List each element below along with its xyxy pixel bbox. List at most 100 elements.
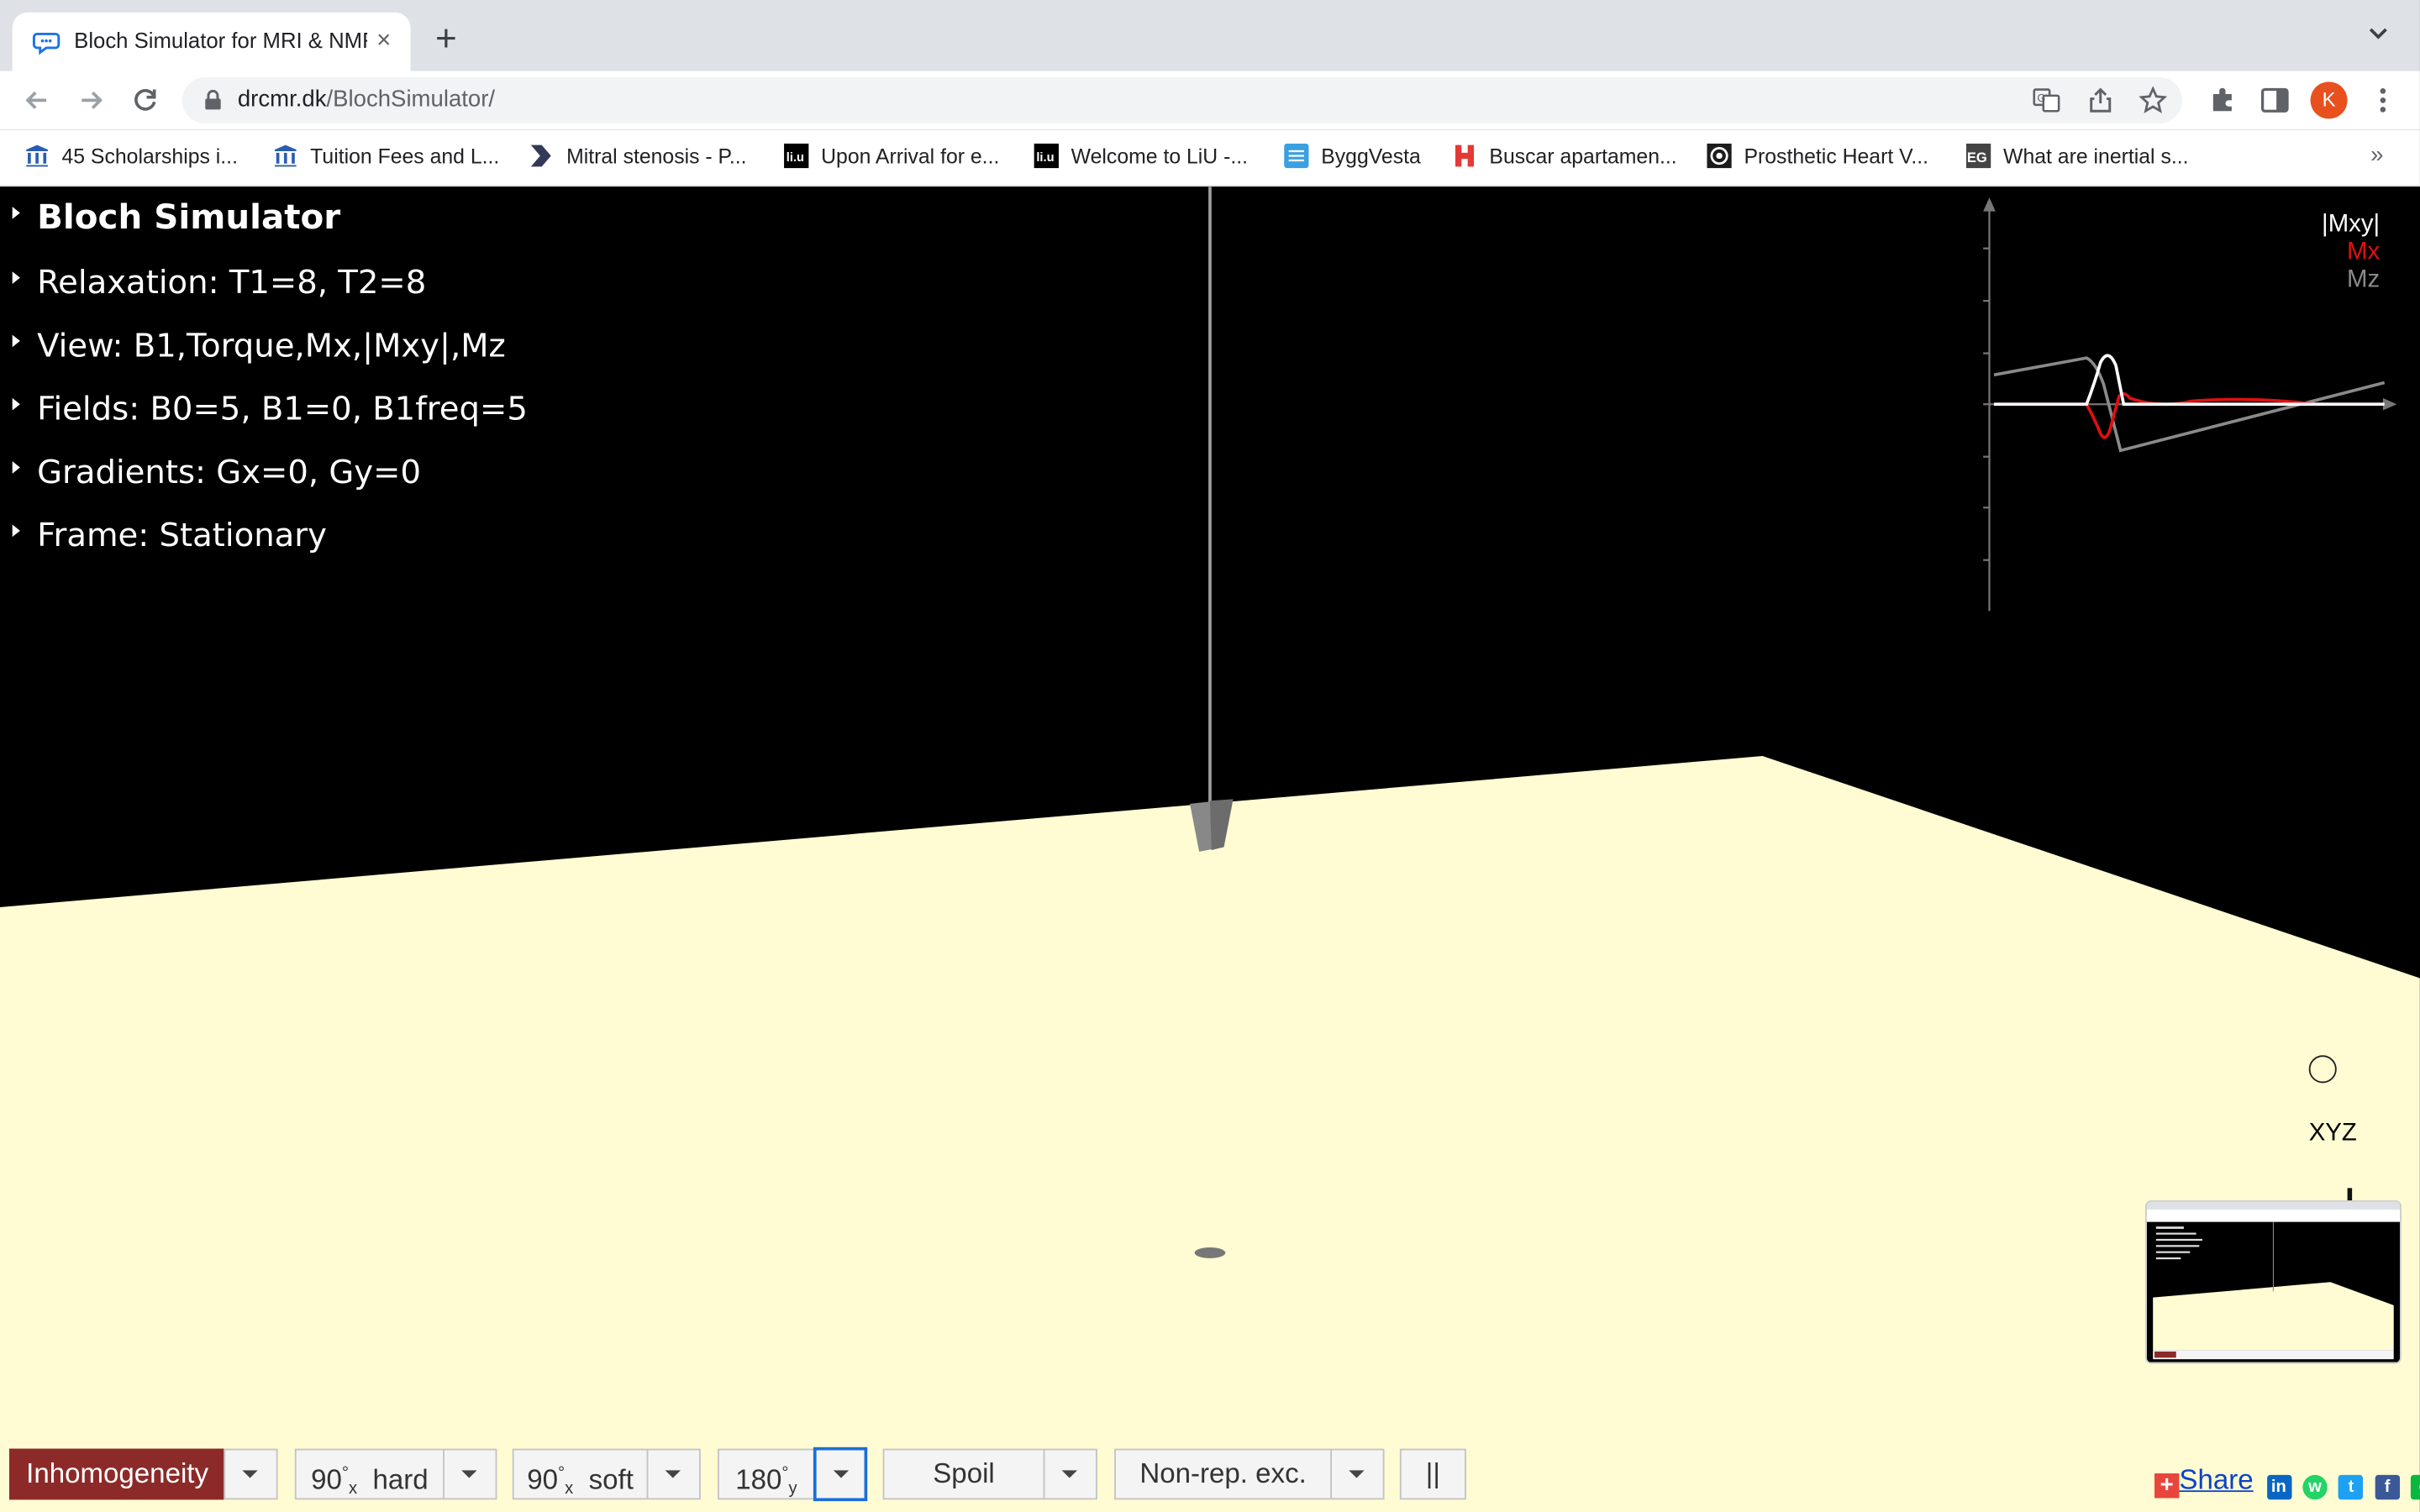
gui-folder-label: Gradients: Gx=0, Gy=0	[37, 453, 421, 491]
new-tab-button[interactable]: +	[435, 21, 457, 59]
share-page-icon[interactable]	[2086, 87, 2114, 114]
bookmark-label: Prosthetic Heart V...	[1744, 144, 1929, 169]
side-panel-icon[interactable]	[2260, 85, 2291, 116]
facebook-icon[interactable]: f	[2375, 1474, 2400, 1500]
twitter-icon[interactable]: t	[2338, 1474, 2364, 1500]
inversion-axis: y	[788, 1479, 797, 1499]
soft-label: soft	[588, 1464, 634, 1495]
soft-pulse-dropdown[interactable]	[646, 1448, 701, 1500]
svg-text:G: G	[2037, 92, 2045, 104]
bookmark-item[interactable]: EG What are inertial s...	[1965, 143, 2189, 171]
translate-icon[interactable]: G	[2033, 87, 2060, 114]
share-widget: +Share in w t f c	[2154, 1464, 2420, 1500]
simulator-canvas[interactable]: Bloch Simulator Relaxation: T1=8, T2=8 V…	[0, 186, 2420, 1512]
building-icon	[26, 144, 48, 167]
gizmo-label[interactable]: XYZ	[2309, 1120, 2357, 1147]
thumbnail-image	[2146, 1201, 2401, 1362]
linkedin-icon[interactable]: in	[2266, 1474, 2291, 1500]
gui-folder-relaxation[interactable]: Relaxation: T1=8, T2=8	[12, 264, 427, 302]
close-icon[interactable]: ×	[376, 26, 391, 57]
bookmark-label: Buscar apartamen...	[1489, 144, 1677, 169]
orientation-gizmo[interactable]	[2308, 1055, 2337, 1084]
plot-mx-trace	[1994, 391, 2385, 439]
building-icon	[274, 144, 297, 167]
bookmark-item[interactable]: li.u Upon Arrival for e...	[784, 143, 1000, 171]
floor-plane	[0, 755, 2420, 1512]
vector-shadow	[1194, 1247, 1226, 1258]
bookmark-item[interactable]: ByggVesta	[1284, 143, 1421, 171]
gui-title-label: Bloch Simulator	[37, 198, 341, 238]
svg-text:EG: EG	[1967, 150, 1987, 165]
extensions-puzzle-icon[interactable]	[2207, 85, 2238, 116]
more-vertical-icon[interactable]	[2370, 85, 2395, 116]
caret-right-icon	[12, 524, 20, 538]
star-icon[interactable]	[2139, 86, 2167, 114]
whatsapp-icon[interactable]: w	[2302, 1474, 2328, 1500]
reload-icon[interactable]	[129, 85, 160, 116]
chat-bubble-icon	[32, 32, 60, 55]
chevron-down-icon[interactable]	[2367, 26, 2389, 41]
eye-logo-icon	[1707, 143, 1732, 169]
gui-title[interactable]: Bloch Simulator	[12, 198, 341, 238]
gui-folder-fields[interactable]: Fields: B0=5, B1=0, B1freq=5	[12, 390, 528, 428]
bookmark-item[interactable]: Tuition Fees and L...	[273, 144, 499, 171]
bookmark-label: Tuition Fees and L...	[310, 144, 500, 169]
caret-right-icon	[12, 271, 20, 284]
chevron-logo-icon	[530, 144, 551, 167]
plot-x-arrow	[2382, 397, 2397, 411]
non-rep-exc-button[interactable]: Non-rep. exc.	[1114, 1448, 1333, 1500]
inversion-angle: 180	[735, 1464, 782, 1495]
gui-folder-label: Frame: Stationary	[37, 517, 327, 554]
inversion-pulse-button[interactable]: 180°y	[718, 1448, 815, 1500]
hard-axis: x	[348, 1479, 358, 1499]
wechat-icon[interactable]: c	[2411, 1474, 2420, 1500]
gui-folder-view[interactable]: View: B1,Torque,Mx,|Mxy|,Mz	[12, 327, 506, 365]
liu-logo-icon: li.u	[784, 143, 809, 169]
url-text[interactable]: drcmr.dk/BlochSimulator/	[238, 87, 495, 113]
legend-mxy: |Mxy|	[2322, 211, 2381, 238]
url-path: /BlochSimulator/	[326, 86, 496, 113]
share-link[interactable]: Share	[2179, 1464, 2253, 1495]
screenshot-thumbnail[interactable]	[2145, 1200, 2402, 1364]
bookmark-label: Upon Arrival for e...	[821, 144, 1000, 169]
back-arrow-icon[interactable]	[22, 85, 53, 116]
tab-title: Bloch Simulator for MRI & NMR	[74, 28, 368, 53]
spoil-button[interactable]: Spoil	[882, 1448, 1045, 1500]
browser-tab[interactable]: Bloch Simulator for MRI & NMR ×	[12, 12, 411, 71]
lock-icon[interactable]	[203, 89, 222, 112]
globe-icon	[1284, 143, 1309, 169]
inhomogeneity-dropdown[interactable]	[224, 1448, 278, 1500]
caret-right-icon	[12, 334, 20, 348]
legend-mz: Mz	[2347, 266, 2381, 293]
forward-arrow-icon[interactable]	[76, 85, 107, 116]
bookmark-item[interactable]: Buscar apartamen...	[1452, 144, 1677, 171]
inhomogeneity-button[interactable]: Inhomogeneity	[9, 1448, 226, 1500]
more-bookmarks-button[interactable]: »	[2370, 142, 2383, 168]
plus-icon[interactable]: +	[2154, 1473, 2180, 1499]
plot-y-arrow	[1983, 197, 1996, 212]
non-rep-exc-dropdown[interactable]	[1330, 1448, 1385, 1500]
bookmark-label: Welcome to LiU -...	[1071, 144, 1249, 169]
hard-pulse-dropdown[interactable]	[443, 1448, 497, 1500]
bookmark-item[interactable]: 45 Scholarships i...	[24, 144, 238, 171]
bookmark-item[interactable]: Prosthetic Heart V...	[1707, 143, 1929, 171]
soft-pulse-button[interactable]: 90°x soft	[512, 1448, 649, 1500]
gui-folder-label: Relaxation: T1=8, T2=8	[37, 264, 427, 302]
soft-axis: x	[565, 1479, 574, 1499]
gui-folder-label: View: B1,Torque,Mx,|Mxy|,Mz	[37, 327, 506, 365]
pause-button[interactable]: ||	[1399, 1448, 1466, 1500]
bookmark-label: What are inertial s...	[2003, 144, 2189, 169]
bookmark-item[interactable]: li.u Welcome to LiU -...	[1034, 143, 1249, 171]
gui-folder-label: Fields: B0=5, B1=0, B1freq=5	[37, 390, 528, 428]
profile-avatar[interactable]: K	[2310, 81, 2348, 119]
gui-folder-frame[interactable]: Frame: Stationary	[12, 517, 327, 554]
inversion-pulse-dropdown[interactable]	[813, 1446, 868, 1502]
bookmark-label: Mitral stenosis - P...	[566, 144, 747, 169]
bookmark-item[interactable]: Mitral stenosis - P...	[529, 144, 747, 171]
svg-text:li.u: li.u	[786, 151, 804, 165]
spoil-dropdown[interactable]	[1043, 1448, 1097, 1500]
address-bar[interactable]: drcmr.dk/BlochSimulator/ G	[182, 76, 2183, 123]
hard-pulse-button[interactable]: 90°x hard	[294, 1448, 445, 1500]
gui-folder-gradients[interactable]: Gradients: Gx=0, Gy=0	[12, 453, 421, 491]
bookmark-label: 45 Scholarships i...	[61, 144, 238, 169]
